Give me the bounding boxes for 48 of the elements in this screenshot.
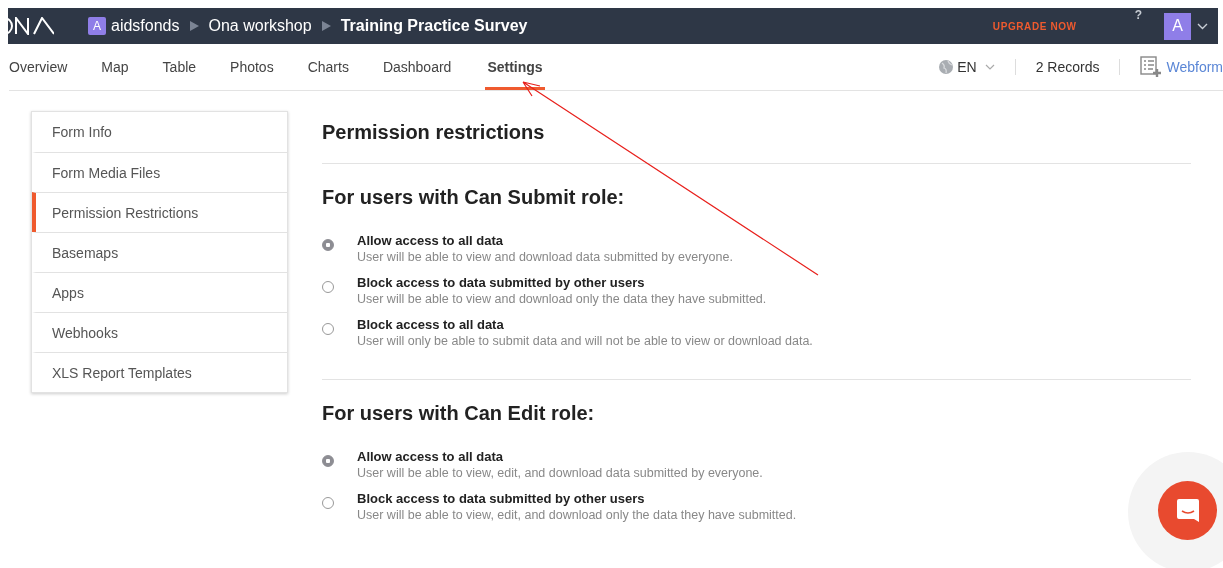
radio-button[interactable] [322, 239, 334, 251]
option-label: Allow access to all data [357, 233, 504, 248]
nav-tab[interactable]: Photos [230, 44, 274, 90]
chevron-down-icon[interactable] [1197, 22, 1208, 30]
nav-tab[interactable]: Table [162, 44, 197, 90]
radio-button[interactable] [322, 497, 334, 509]
sidebar-item[interactable]: Basemaps [32, 232, 287, 272]
language-dropdown[interactable]: EN [957, 59, 977, 75]
globe-icon [939, 60, 954, 74]
sidebar-item[interactable]: XLS Report Templates [32, 352, 287, 392]
records-count: 2 Records [1035, 59, 1100, 75]
option-description: User will be able to view and download data submitted by everyone. [357, 250, 733, 264]
sidebar-item[interactable]: Form Media Files [32, 152, 287, 192]
sidebar-item[interactable]: Webhooks [32, 312, 287, 352]
section-heading: For users with Can Submit role: [322, 186, 626, 209]
option-label: Block access to all data [357, 317, 505, 332]
section-heading: For users with Can Edit role: [322, 402, 596, 425]
option-description: User will be able to view, edit, and download data submitted by everyone. [357, 466, 763, 480]
radio-button[interactable] [322, 281, 334, 293]
breadcrumb-link[interactable]: Ona workshop [208, 17, 312, 35]
upgrade-link[interactable]: UPGRADE NOW [992, 20, 1077, 32]
sidebar-item[interactable]: Apps [32, 272, 287, 312]
chat-icon [1175, 497, 1200, 524]
option-label: Block access to data submitted by other users [357, 275, 646, 290]
option-label: Block access to data submitted by other users [357, 491, 646, 506]
form-add-icon[interactable] [1140, 56, 1163, 78]
breadcrumb-link[interactable]: Training Practice Survey [340, 17, 528, 35]
option-label: Allow access to all data [357, 449, 504, 464]
help-link[interactable]: ? [1134, 8, 1142, 22]
radio-button[interactable] [322, 455, 334, 467]
account-avatar: A [88, 17, 106, 35]
breadcrumb-link[interactable]: aidsfonds [111, 17, 180, 35]
nav-tab[interactable]: Dashboard [382, 44, 452, 90]
nav-tab[interactable]: Overview [9, 44, 68, 90]
separator-icon [189, 21, 199, 31]
webform-link[interactable]: Webform [1166, 59, 1223, 75]
option-description: User will be able to view, edit, and download only the data they have submitted. [357, 508, 797, 522]
option-description: User will be able to view and download only the data they have submitted. [357, 292, 767, 306]
nav-tab[interactable]: Settings [485, 44, 545, 90]
nav-tab[interactable]: Charts [307, 44, 349, 90]
sidebar-item[interactable]: Form Info [32, 112, 287, 152]
nav-tab[interactable]: Map [101, 44, 129, 90]
radio-button[interactable] [322, 323, 334, 335]
sidebar-item[interactable]: Permission Restrictions [32, 192, 287, 232]
option-description: User will only be able to submit data and will not be able to view or download data. [357, 334, 813, 348]
page-title: Permission restrictions [322, 121, 1191, 164]
logo-icon[interactable] [8, 17, 54, 35]
separator-icon [321, 21, 331, 31]
